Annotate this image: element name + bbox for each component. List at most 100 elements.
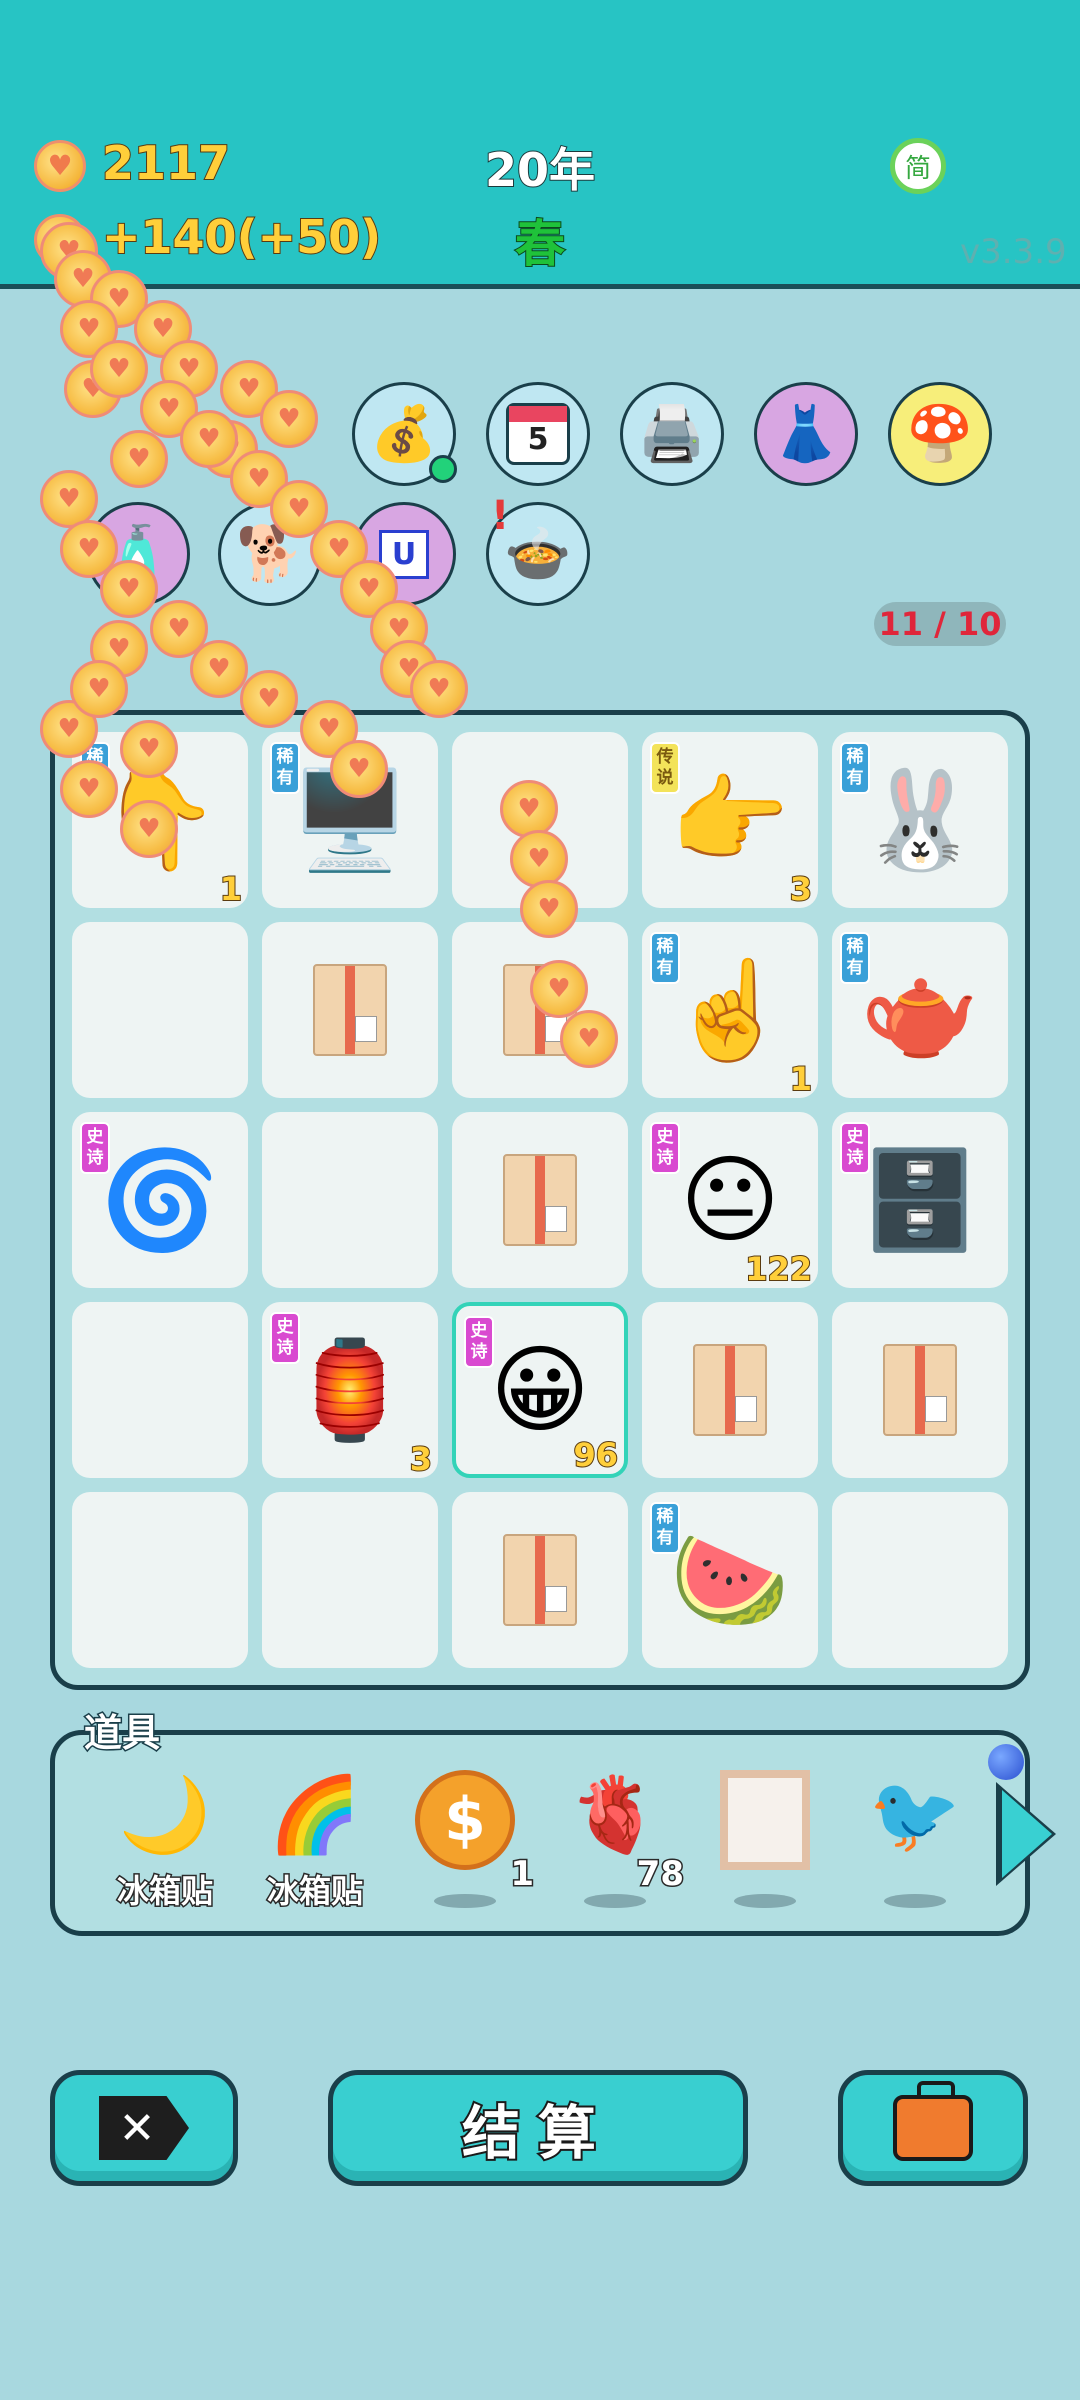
grid-cell[interactable]: 🏮 史诗 3 [262, 1302, 438, 1479]
moon-icon: 🌙 [118, 1772, 212, 1858]
grid-cell[interactable]: 🐰 稀有 [832, 732, 1008, 908]
flying-coin-icon: ♥ [120, 720, 178, 778]
income-value: +140 [101, 209, 238, 265]
grid-cell[interactable]: 👉 传说 3 [642, 732, 818, 909]
grid-cell-empty[interactable] [72, 1302, 248, 1478]
grid-cell-empty[interactable] [262, 1112, 438, 1288]
item-count: 3 [789, 869, 813, 909]
alert-icon: ! [491, 493, 510, 539]
grid-cell-empty[interactable] [832, 1492, 1008, 1668]
grid-cell[interactable]: 🌀 史诗 [72, 1112, 248, 1288]
dollar-coin-icon: $ [415, 1770, 515, 1870]
new-indicator-dot [429, 455, 457, 483]
calendar-icon: 5 [506, 403, 570, 465]
income-bonus: (+50) [236, 209, 383, 265]
scroll-right-arrow-icon[interactable] [1002, 1790, 1052, 1878]
item-count: 96 [572, 1435, 619, 1475]
tool-frame[interactable] [700, 1770, 830, 1920]
grid-cell[interactable] [452, 1492, 628, 1668]
tool-shadow [734, 1894, 796, 1908]
flying-coin-icon: ♥ [100, 560, 158, 618]
pot-icon: 🍲 [504, 522, 572, 585]
rarity-badge: 史诗 [650, 1122, 680, 1174]
grid-cell[interactable]: 😐 史诗 122 [642, 1112, 818, 1289]
flying-coin-icon: ♥ [330, 740, 388, 798]
equipment-printer[interactable]: 🖨️ [620, 382, 724, 486]
money-bag-icon: 💰 [370, 402, 438, 465]
flying-coin-icon: ♥ [520, 880, 578, 938]
flying-coin-icon: ♥ [180, 410, 238, 468]
settle-label: 结算 [460, 2097, 614, 2169]
grid-cell[interactable]: 🫖 稀有 [832, 922, 1008, 1098]
rarity-badge: 稀有 [650, 1502, 680, 1554]
grid-item-icon: 😀 [489, 1334, 591, 1446]
version-label: v3.3.9 [960, 232, 1067, 272]
flying-coin-icon: ♥ [500, 780, 558, 838]
rarity-badge: 稀有 [650, 932, 680, 984]
item-count: 1 [789, 1059, 813, 1099]
equipment-money-bag[interactable]: 💰 [352, 382, 457, 486]
item-count: 122 [744, 1249, 813, 1289]
equipment-calendar[interactable]: 5 [486, 382, 590, 486]
rainbow-icon: 🌈 [268, 1772, 362, 1858]
briefcase-icon [893, 2081, 973, 2161]
grid-cell[interactable]: ☝️ 稀有 1 [642, 922, 818, 1099]
year-label: 20年 [484, 142, 596, 198]
grid-cell[interactable] [452, 1112, 628, 1288]
tool-dollar-coin[interactable]: $ 1 [400, 1770, 535, 1920]
liver-icon: 🫀 [568, 1772, 662, 1858]
grid-item-icon: 🐰 [860, 763, 980, 876]
tool-rainbow-fridge-magnet[interactable]: 🌈 冰箱贴 [250, 1770, 380, 1920]
grid-item-icon: 😐 [679, 1144, 781, 1256]
grid-cell-empty[interactable] [72, 922, 248, 1098]
grid-cell-empty[interactable] [72, 1492, 248, 1668]
tool-shadow [434, 1894, 496, 1908]
rarity-badge: 史诗 [270, 1312, 300, 1364]
bag-button[interactable] [838, 2070, 1028, 2186]
grid-cell[interactable]: 🗄️ 史诗 [832, 1112, 1008, 1288]
flying-coin-icon: ♥ [70, 660, 128, 718]
season-label: 春 [514, 214, 566, 274]
grid-cell[interactable] [642, 1302, 818, 1478]
flying-coin-icon: ♥ [260, 390, 318, 448]
settle-button[interactable]: 结算 [328, 2070, 748, 2186]
item-capacity-counter: 11 / 10 [874, 602, 1006, 646]
income-per-year: +140(+50) [101, 209, 383, 265]
equipment-pot[interactable]: 🍲 ! [486, 493, 590, 606]
equipment-mushroom-cloud[interactable]: 🍄 [888, 382, 992, 486]
language-toggle-button[interactable]: 简 [890, 138, 946, 194]
grid-item-icon: 🗄️ [860, 1143, 980, 1256]
grid-cell[interactable] [832, 1302, 1008, 1478]
tool-liver[interactable]: 🫀 78 [550, 1770, 686, 1920]
grid-item-icon: 🫖 [860, 953, 980, 1066]
printer-icon: 🖨️ [638, 402, 706, 465]
grid-cell[interactable] [262, 922, 438, 1098]
skirt-icon: 👗 [772, 402, 840, 465]
tool-bird[interactable]: 🐦 [850, 1770, 980, 1920]
grid-cell-empty[interactable] [262, 1492, 438, 1668]
tool-shadow [884, 1894, 946, 1908]
flying-coin-icon: ♥ [510, 830, 568, 888]
close-button[interactable]: ✕ [50, 2070, 238, 2186]
coin-balance: 2117 [101, 135, 231, 191]
parcel-box-icon [503, 1534, 577, 1626]
flying-coin-icon: ♥ [240, 670, 298, 728]
rarity-badge: 史诗 [80, 1122, 110, 1174]
rarity-badge: 史诗 [840, 1122, 870, 1174]
dollar-coin-wrapper: $ [415, 1770, 515, 1870]
tool-label: 冰箱贴 [115, 1871, 214, 1912]
tool-moon-fridge-magnet[interactable]: 🌙 冰箱贴 [100, 1770, 230, 1920]
grid-cell[interactable]: 🍉 稀有 [642, 1492, 818, 1668]
rarity-badge: 史诗 [464, 1316, 494, 1368]
parcel-box-icon [883, 1344, 957, 1436]
flying-coin-icon: ♥ [560, 1010, 618, 1068]
frame-wrapper [720, 1770, 810, 1870]
grid-item-icon: 🌀 [100, 1143, 220, 1256]
close-icon: ✕ [99, 2096, 189, 2160]
rarity-badge: 传说 [650, 742, 680, 794]
flying-coin-icon: ♥ [190, 640, 248, 698]
grid-item-icon: ☝️ [670, 953, 790, 1066]
equipment-skirt[interactable]: 👗 [754, 382, 858, 486]
coin-icon: ♥ [34, 140, 86, 192]
grid-cell[interactable]: 😀 史诗 96 [452, 1302, 628, 1478]
